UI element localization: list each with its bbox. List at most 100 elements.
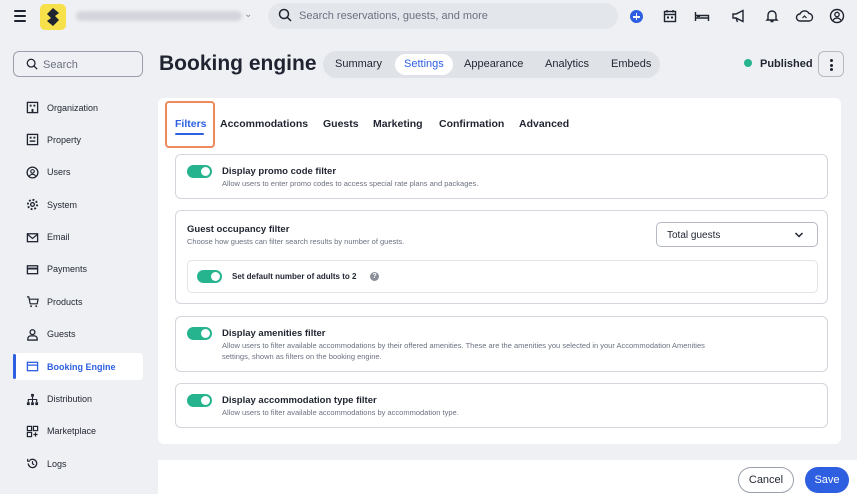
accommodation-type-filter-title: Display accommodation type filter xyxy=(222,395,377,406)
tab-appearance[interactable]: Appearance xyxy=(455,54,532,75)
occupancy-mode-value: Total guests xyxy=(667,230,721,241)
subtab-filters[interactable]: Filters xyxy=(175,118,207,130)
cancel-button[interactable]: Cancel xyxy=(738,467,794,493)
default-adults-toggle[interactable] xyxy=(197,270,222,283)
subtab-active-indicator xyxy=(175,133,204,135)
occupancy-filter-panel: Guest occupancy filter Choose how guests… xyxy=(175,210,828,304)
more-options-button[interactable] xyxy=(818,51,844,77)
sidebar-item-label: Organization xyxy=(47,102,99,113)
amenities-filter-panel: Display amenities filter Allow users to … xyxy=(175,316,828,372)
chevron-down-icon xyxy=(794,232,804,238)
help-icon[interactable]: ? xyxy=(370,272,379,281)
sidebar-item-booking-engine[interactable]: Booking Engine xyxy=(13,353,143,381)
user-icon xyxy=(25,165,39,179)
sidebar-item-label: Email xyxy=(47,232,70,243)
sidebar-item-label: Guests xyxy=(47,329,76,340)
promo-filter-desc: Allow users to enter promo codes to acce… xyxy=(222,179,479,188)
subtab-confirmation[interactable]: Confirmation xyxy=(439,118,504,130)
status-badge: Published xyxy=(744,58,813,70)
sidebar-item-label: Logs xyxy=(47,458,67,469)
status-dot xyxy=(744,59,752,67)
subtab-accommodations[interactable]: Accommodations xyxy=(220,118,308,130)
history-icon xyxy=(25,457,39,471)
action-footer: Cancel Save xyxy=(158,460,857,494)
sidebar-search-placeholder: Search xyxy=(43,59,78,71)
property-selector[interactable] xyxy=(76,11,242,21)
sidebar-item-label: Products xyxy=(47,296,83,307)
search-icon xyxy=(278,8,292,22)
mail-icon xyxy=(25,230,39,244)
sidebar-item-users[interactable]: Users xyxy=(13,159,143,186)
save-button[interactable]: Save xyxy=(805,467,849,493)
tab-summary[interactable]: Summary xyxy=(326,54,391,75)
bed-icon[interactable] xyxy=(694,8,710,24)
occupancy-filter-desc: Choose how guests can filter search resu… xyxy=(187,237,405,246)
amenities-filter-title: Display amenities filter xyxy=(222,328,326,339)
megaphone-icon[interactable] xyxy=(731,8,747,24)
marketplace-icon xyxy=(25,424,39,438)
settings-subtabs: Filters Accommodations Guests Marketing … xyxy=(158,98,841,148)
booking-engine-icon xyxy=(25,360,39,374)
sidebar-item-guests[interactable]: Guests xyxy=(13,321,143,348)
calendar-icon[interactable] xyxy=(662,8,678,24)
sidebar-item-payments[interactable]: Payments xyxy=(13,256,143,283)
sidebar-item-label: Users xyxy=(47,167,71,178)
global-search-placeholder: Search reservations, guests, and more xyxy=(299,10,488,22)
cart-icon xyxy=(25,295,39,309)
search-icon xyxy=(26,58,38,70)
tab-analytics[interactable]: Analytics xyxy=(536,54,598,75)
accommodation-type-filter-desc: Allow users to filter available accommod… xyxy=(222,408,459,417)
amenities-filter-desc-line2: settings, shown as filters on the bookin… xyxy=(222,352,382,361)
sidebar-item-label: Property xyxy=(47,134,82,145)
tab-embeds[interactable]: Embeds xyxy=(602,54,660,75)
amenities-filter-desc-line1: Allow users to filter available accommod… xyxy=(222,341,705,350)
sidebar-item-property[interactable]: Property xyxy=(13,126,143,153)
organization-icon xyxy=(25,101,39,115)
promo-filter-panel: Display promo code filter Allow users to… xyxy=(175,154,828,199)
cloud-sync-icon[interactable] xyxy=(795,8,814,24)
default-adults-label: Set default number of adults to 2 xyxy=(232,272,357,281)
guests-icon xyxy=(25,327,39,341)
gear-icon xyxy=(25,198,39,212)
sidebar-nav: Organization Property Users System Email… xyxy=(13,94,143,483)
credit-card-icon xyxy=(25,262,39,276)
page-title: Booking engine xyxy=(159,52,317,75)
tab-settings[interactable]: Settings xyxy=(395,54,453,75)
sidebar-item-email[interactable]: Email xyxy=(13,224,143,251)
property-icon xyxy=(25,133,39,147)
occupancy-filter-title: Guest occupancy filter xyxy=(187,224,290,235)
sidebar-item-label: Payments xyxy=(47,264,88,275)
subtab-guests[interactable]: Guests xyxy=(323,118,359,130)
top-bar: ⌄ Search reservations, guests, and more xyxy=(0,0,857,33)
sidebar-item-marketplace[interactable]: Marketplace xyxy=(13,418,143,445)
sidebar-item-label: System xyxy=(47,199,78,210)
sidebar-item-products[interactable]: Products xyxy=(13,288,143,315)
chevron-down-icon[interactable]: ⌄ xyxy=(244,9,252,20)
subtab-advanced[interactable]: Advanced xyxy=(519,118,569,130)
sidebar-item-system[interactable]: System xyxy=(13,191,143,218)
default-adults-row: Set default number of adults to 2 ? xyxy=(187,260,818,293)
menu-icon[interactable] xyxy=(14,10,26,22)
amenities-filter-toggle[interactable] xyxy=(187,327,212,340)
subtab-marketing[interactable]: Marketing xyxy=(373,118,423,130)
promo-filter-title: Display promo code filter xyxy=(222,166,337,177)
promo-filter-toggle[interactable] xyxy=(187,165,212,178)
distribution-icon xyxy=(25,392,39,406)
accommodation-type-filter-panel: Display accommodation type filter Allow … xyxy=(175,383,828,428)
app-logo[interactable] xyxy=(40,4,66,30)
sidebar-item-label: Marketplace xyxy=(47,426,97,437)
add-icon[interactable] xyxy=(630,10,643,23)
sidebar-item-organization[interactable]: Organization xyxy=(13,94,143,121)
sidebar-search-input[interactable]: Search xyxy=(13,51,143,77)
accommodation-type-filter-toggle[interactable] xyxy=(187,394,212,407)
sidebar-item-label: Booking Engine xyxy=(47,361,116,372)
sidebar-item-distribution[interactable]: Distribution xyxy=(13,386,143,413)
occupancy-mode-select[interactable]: Total guests xyxy=(656,222,818,247)
sidebar-item-label: Distribution xyxy=(47,394,93,405)
sidebar-item-logs[interactable]: Logs xyxy=(13,450,143,477)
bell-icon[interactable] xyxy=(764,8,780,24)
global-search-input[interactable]: Search reservations, guests, and more xyxy=(268,3,618,29)
account-icon[interactable] xyxy=(829,8,845,24)
settings-card: Filters Accommodations Guests Marketing … xyxy=(158,98,841,444)
status-label: Published xyxy=(760,58,813,70)
